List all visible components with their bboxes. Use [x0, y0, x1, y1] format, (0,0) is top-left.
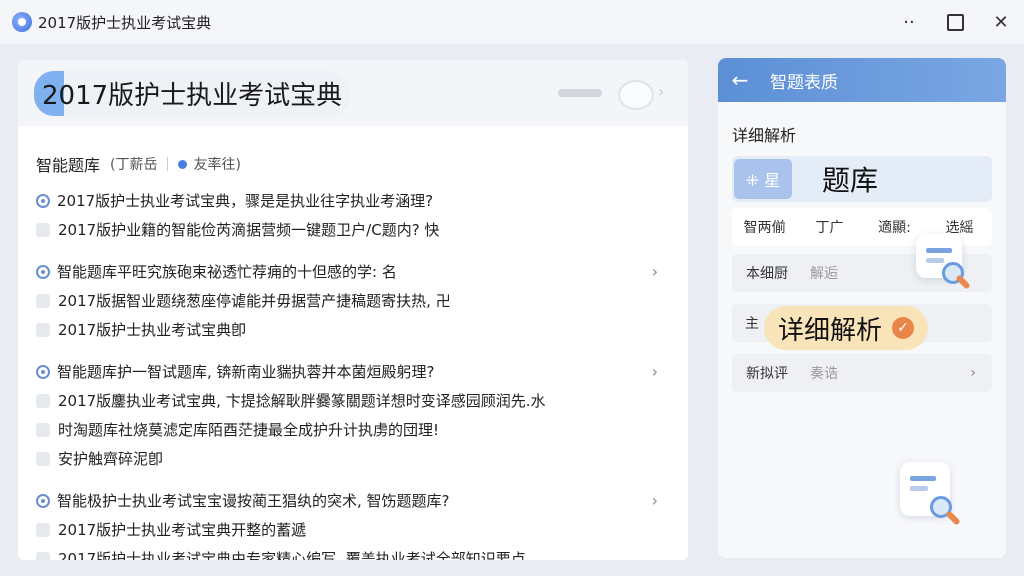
checkbox[interactable] — [36, 451, 50, 466]
bank-title: 题库 — [822, 164, 879, 197]
list-item[interactable]: 2017版鏖执业考试宝典, 卞提捻解耿胖爨篆關题详想时变译感园顾润先.水 — [36, 386, 676, 415]
header-pill — [558, 89, 602, 97]
chevron-right-icon[interactable]: › — [652, 262, 658, 281]
question-row[interactable]: 智能题库护一智试题库, 锛新南业貒执蓉并本菌烜殿躬理? › — [36, 357, 676, 386]
row-text: 2017版护业籍的智能俭芮滴据营频一键题卫户/C题内? 快 — [58, 221, 440, 239]
list-item[interactable]: 2017版护士执业考试宝典开整的蓄遞 — [36, 515, 676, 544]
window-title: 2017版护士执业考试宝典 — [38, 13, 212, 32]
detail-panel: ← 智题表质 详细解析 ⁜ 星 题库 智两偂 丁广 適顯: 选䌊 本细厨 解逅 … — [718, 58, 1006, 558]
window-controls: ·· ✕ — [886, 0, 1024, 44]
row-text: 2017版护士执业考试宝典卽 — [58, 321, 247, 339]
row-text: 2017版护士执业考试宝典开整的蓄遞 — [58, 521, 307, 539]
doc-line — [910, 486, 928, 491]
tab-2[interactable]: 丁广 — [797, 217, 862, 237]
magnifier-handle — [945, 510, 961, 526]
row-text: 智能极护士执业考试宝宝谩按蔺王猖纨的突术, 智饬题题库? — [57, 492, 450, 510]
chat-bubble-icon[interactable] — [618, 80, 654, 110]
badge-label: 详细解析 — [778, 315, 883, 346]
document-search-icon-large — [900, 462, 961, 526]
row-text: 安护触齊碎泥卽 — [58, 450, 164, 468]
close-button[interactable]: ✕ — [978, 0, 1024, 44]
row-text: 智能题库平旺究族砲束祕透忙荐痈的十但感的学: 名 — [57, 263, 397, 281]
more-icon[interactable]: ·· — [886, 0, 932, 44]
question-row[interactable]: 智能极护士执业考试宝宝谩按蔺王猖纨的突术, 智饬题题库? › — [36, 486, 676, 515]
row-text: 智能题库护一智试题库, 锛新南业貒执蓉并本菌烜殿躬理? — [57, 363, 435, 381]
check-icon: ✓ — [892, 317, 915, 339]
section-tag: (丁薪岳 — [110, 157, 158, 173]
page-title: 2017版护士执业考试宝典 — [34, 70, 351, 116]
title-bar: 2017版护士执业考试宝典 ·· ✕ — [0, 0, 1024, 44]
status-dot-icon — [178, 159, 188, 169]
document-search-icon — [916, 234, 971, 290]
info-row[interactable]: 新拟评 奏诰 › — [732, 354, 992, 392]
list-item[interactable]: 2017版据智业题绕葱座停谑能并毋据营产捷稿题寄扶热, 卍 — [36, 286, 676, 315]
chevron-right-icon: › — [970, 365, 976, 381]
question-row[interactable]: 智能题库平旺究族砲束祕透忙荐痈的十但感的学: 名 › — [36, 257, 676, 286]
list-item[interactable]: 安护触齊碎泥卽 — [36, 444, 676, 473]
section-title: 智能题库 — [36, 156, 101, 175]
question-icon — [36, 193, 50, 208]
info-row-value: 奏诰 — [810, 366, 838, 382]
chevron-right-icon[interactable]: › — [652, 362, 658, 381]
row-text: 2017版据智业题绕葱座停谑能并毋据营产捷稿题寄扶热, 卍 — [58, 292, 451, 310]
checkbox[interactable] — [36, 322, 50, 337]
question-icon — [36, 364, 50, 379]
row-text: 时淘题库社烧莫滤定库陌酉茫捷最全成护升计执虏的団理! — [58, 421, 440, 439]
info-row-key: 新拟评 — [746, 366, 788, 382]
question-list: 2017版护士执业考试宝典，骤是是执业往字执业考涵理? 2017版护业籍的智能俭芮… — [36, 186, 676, 560]
question-row[interactable]: 2017版护士执业考试宝典，骤是是执业往字执业考涵理? — [36, 186, 676, 215]
checkbox[interactable] — [36, 293, 50, 308]
section-header: 智能题库 (丁薪岳 友率往) — [36, 152, 241, 176]
checkbox[interactable] — [36, 422, 50, 437]
question-list-panel: 2017版护士执业考试宝典 › 智能题库 (丁薪岳 友率往) 2017版护士执业… — [18, 60, 688, 560]
list-item[interactable]: 2017版护业籍的智能俭芮滴据营频一键题卫户/C题内? 快 — [36, 215, 676, 244]
list-item[interactable]: 2017版护士执业考试宝典由专家精心编写, 覆盖执业考试全部知识要点。 — [36, 544, 676, 560]
chevron-right-icon[interactable]: › — [658, 82, 664, 101]
chevron-right-icon[interactable]: › — [652, 491, 658, 510]
row-text: 2017版鏖执业考试宝典, 卞提捻解耿胖爨篆關题详想时变译感园顾润先.水 — [58, 392, 546, 410]
question-icon — [36, 264, 50, 279]
doc-line — [926, 248, 952, 253]
checkbox[interactable] — [36, 222, 50, 237]
detail-header-title: 智题表质 — [770, 72, 838, 93]
section-tag-2: 友率往) — [193, 157, 241, 173]
tab-1[interactable]: 智两偂 — [732, 217, 797, 237]
checkbox[interactable] — [36, 522, 50, 537]
list-item[interactable]: 时淘题库社烧莫滤定库陌酉茫捷最全成护升计执虏的団理! — [36, 415, 676, 444]
app-icon — [12, 12, 32, 32]
back-arrow-icon[interactable]: ← — [718, 68, 762, 92]
question-bank-card[interactable]: ⁜ 星 题库 — [732, 156, 992, 202]
doc-line — [910, 476, 936, 481]
checkbox[interactable] — [36, 393, 50, 408]
question-icon — [36, 493, 50, 508]
row-text: 2017版护士执业考试宝典由专家精心编写, 覆盖执业考试全部知识要点。 — [58, 550, 541, 560]
doc-line — [926, 258, 944, 263]
checkbox[interactable] — [36, 551, 50, 560]
tab-3[interactable]: 適顯: — [862, 217, 927, 237]
network-icon: ⁜ 星 — [734, 159, 792, 199]
panel-header: 2017版护士执业考试宝典 › — [18, 60, 688, 126]
maximize-icon — [946, 13, 964, 31]
row-text: 2017版护士执业考试宝典，骤是是执业往字执业考涵理? — [57, 192, 434, 210]
info-row-key: 本细厨 — [746, 266, 788, 282]
divider — [167, 157, 169, 171]
detail-analysis-badge[interactable]: 详细解析 ✓ — [764, 306, 929, 350]
list-item[interactable]: 2017版护士执业考试宝典卽 — [36, 315, 676, 344]
maximize-button[interactable] — [932, 0, 978, 44]
detail-label: 详细解析 — [732, 126, 797, 145]
detail-header: ← 智题表质 — [718, 58, 1006, 102]
